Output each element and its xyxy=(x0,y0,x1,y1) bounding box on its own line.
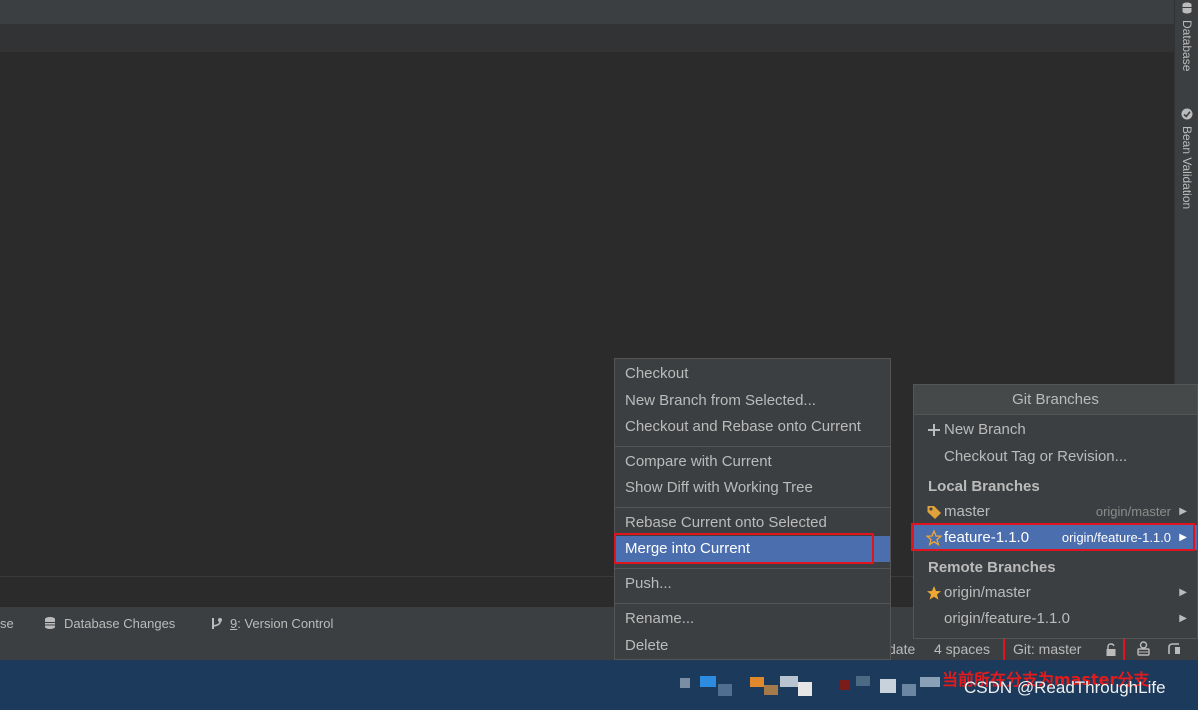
feature-branch-highlight-box xyxy=(911,523,1195,551)
version-control-mnemonic: 9 xyxy=(230,615,238,631)
branch-tracking: origin/master xyxy=(1095,504,1171,519)
star-filled-icon xyxy=(927,586,941,600)
local-branches-header: Local Branches xyxy=(914,474,1197,499)
database-tool-button[interactable]: Database xyxy=(1175,2,1198,71)
indent-widget[interactable]: 4 spaces xyxy=(934,638,990,660)
database-changes-icon xyxy=(45,616,55,629)
git-branches-title: Git Branches xyxy=(914,385,1197,415)
inspector-icon[interactable] xyxy=(1136,641,1151,657)
branch-item-master[interactable]: master origin/master ▶ xyxy=(914,499,1197,524)
git-branches-popup: Git Branches New Branch Checkout Tag or … xyxy=(913,384,1198,639)
database-changes-label: Database Changes xyxy=(64,615,176,631)
remote-branches-header: Remote Branches xyxy=(914,555,1197,580)
checkout-tag-label: Checkout Tag or Revision... xyxy=(944,448,1128,465)
git-branch-widget[interactable]: Git: master xyxy=(1003,636,1125,662)
menu-separator xyxy=(615,446,890,447)
menu-push[interactable]: Push... xyxy=(615,571,890,597)
menu-show-diff[interactable]: Show Diff with Working Tree xyxy=(615,475,890,501)
bean-validation-tool-label: Bean Validation xyxy=(1180,126,1194,210)
tool-window-truncated[interactable]: se xyxy=(0,607,14,639)
memory-indicator-icon[interactable] xyxy=(1166,641,1182,657)
version-control-icon xyxy=(212,617,222,629)
database-tool-label: Database xyxy=(1180,20,1194,72)
local-branches-title: Local Branches xyxy=(928,478,1040,495)
submenu-arrow-icon: ▶ xyxy=(1179,506,1187,517)
plus-icon xyxy=(928,424,940,436)
watermark: CSDN @ReadThroughLife xyxy=(964,678,1166,697)
branch-name: master xyxy=(944,503,990,520)
version-control-tab[interactable]: 9: Version Control xyxy=(210,607,333,639)
menu-separator xyxy=(615,603,890,604)
menu-new-branch-from-selected[interactable]: New Branch from Selected... xyxy=(615,388,890,414)
submenu-arrow-icon: ▶ xyxy=(1179,587,1187,598)
menu-checkout-and-rebase[interactable]: Checkout and Rebase onto Current xyxy=(615,414,890,440)
bean-validation-icon xyxy=(1181,108,1193,120)
submenu-arrow-icon: ▶ xyxy=(1179,613,1187,624)
merge-highlight-box xyxy=(614,533,874,564)
menu-separator xyxy=(615,568,890,569)
branch-context-menu: Checkout New Branch from Selected... Che… xyxy=(614,358,891,660)
version-control-label: : Version Control xyxy=(237,615,334,631)
editor-top-bar xyxy=(0,0,1174,24)
bean-validation-tool-button[interactable]: Bean Validation xyxy=(1175,108,1198,209)
checkout-tag-action[interactable]: Checkout Tag or Revision... xyxy=(914,444,1197,469)
menu-compare-with-current[interactable]: Compare with Current xyxy=(615,449,890,475)
branch-item-origin-master[interactable]: origin/master ▶ xyxy=(914,580,1197,605)
editor-tab-bar xyxy=(0,24,1174,52)
branch-item-origin-feature[interactable]: origin/feature-1.1.0 ▶ xyxy=(914,606,1197,631)
tag-icon xyxy=(927,506,941,519)
branch-name: origin/master xyxy=(944,584,1031,601)
menu-delete[interactable]: Delete xyxy=(615,633,890,659)
menu-rename[interactable]: Rename... xyxy=(615,606,890,632)
git-branch-label: Git: master xyxy=(1013,641,1082,657)
database-changes-tab[interactable]: Database Changes xyxy=(43,607,175,639)
branch-name: origin/feature-1.1.0 xyxy=(944,610,1070,627)
new-branch-label: New Branch xyxy=(944,421,1026,438)
database-icon xyxy=(1182,2,1192,14)
blurred-taskbar-icons xyxy=(680,676,940,696)
menu-checkout[interactable]: Checkout xyxy=(615,361,890,387)
tool-window-truncated-label: se xyxy=(0,615,14,631)
unlock-icon xyxy=(1106,643,1116,656)
menu-separator xyxy=(615,507,890,508)
new-branch-action[interactable]: New Branch xyxy=(914,417,1197,442)
status-update-truncated: date xyxy=(888,641,916,657)
remote-branches-title: Remote Branches xyxy=(928,559,1056,576)
